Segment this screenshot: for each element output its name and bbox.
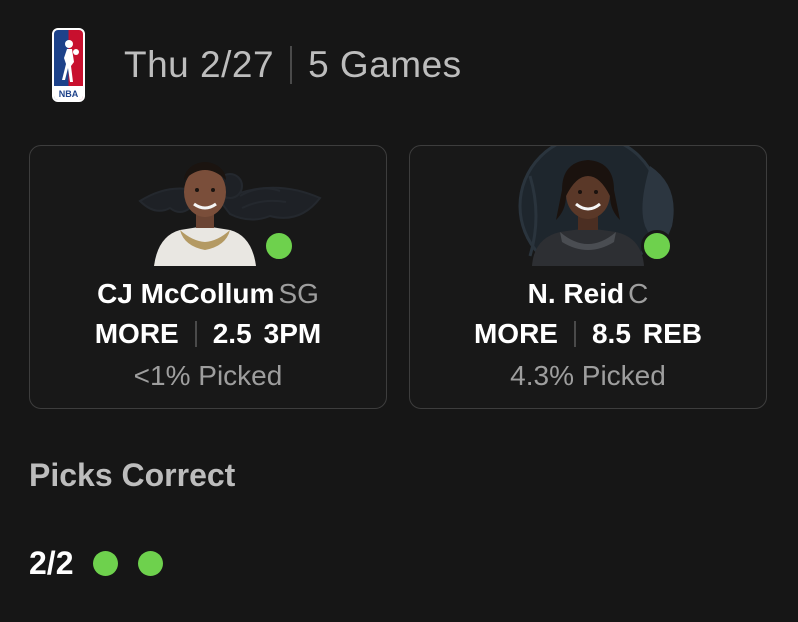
pick-stat: 3PM: [263, 318, 322, 349]
pick-divider: [194, 321, 197, 347]
header: NBA Thu 2/27 5 Games: [52, 28, 462, 102]
pick-stat: REB: [642, 318, 703, 349]
correct-status-dot: [641, 230, 673, 262]
pick-card[interactable]: N. Reid C MORE 8.5 REB 4.3% Picked: [409, 145, 767, 409]
pick-line: MORE 2.5 3PM: [30, 318, 386, 350]
player-position: SG: [278, 278, 319, 309]
player-name[interactable]: CJ McCollum: [97, 278, 274, 309]
slate-info: Thu 2/27 5 Games: [124, 44, 462, 86]
player-position: C: [628, 278, 649, 309]
pick-line: MORE 8.5 REB: [410, 318, 766, 350]
pick-direction: MORE: [473, 318, 558, 349]
picks-correct-score: 2/2: [29, 545, 74, 581]
player-name[interactable]: N. Reid: [528, 278, 624, 309]
picks-correct-title: Picks Correct: [29, 457, 236, 493]
player-art: [410, 146, 766, 278]
svg-text:NBA: NBA: [59, 89, 79, 99]
pick-line-value: 8.5: [591, 318, 631, 349]
header-divider: [290, 46, 293, 84]
slate-date: Thu 2/27: [124, 44, 275, 85]
pelicans-logo-icon: [138, 162, 322, 266]
picked-percentage: 4.3% Picked: [510, 360, 666, 391]
nba-logo-icon: NBA: [52, 28, 85, 102]
player-name-line: N. Reid C: [410, 278, 766, 310]
correct-pick-dot: [93, 551, 119, 576]
picked-percentage: <1% Picked: [133, 360, 283, 391]
player-name-line: CJ McCollum SG: [30, 278, 386, 310]
picks-correct-summary: 2/2: [29, 545, 183, 582]
player-art: [30, 146, 386, 266]
pick-cards: CJ McCollum SG MORE 2.5 3PM <1% Picked N…: [29, 145, 767, 409]
pick-line-value: 2.5: [212, 318, 252, 349]
slate-games-count: 5 Games: [308, 44, 462, 85]
pick-direction: MORE: [94, 318, 179, 349]
timberwolves-logo-icon: [518, 146, 674, 278]
pick-divider: [573, 321, 576, 347]
correct-pick-dot: [138, 551, 164, 576]
pick-card[interactable]: CJ McCollum SG MORE 2.5 3PM <1% Picked: [29, 145, 387, 409]
correct-status-dot: [263, 230, 295, 262]
